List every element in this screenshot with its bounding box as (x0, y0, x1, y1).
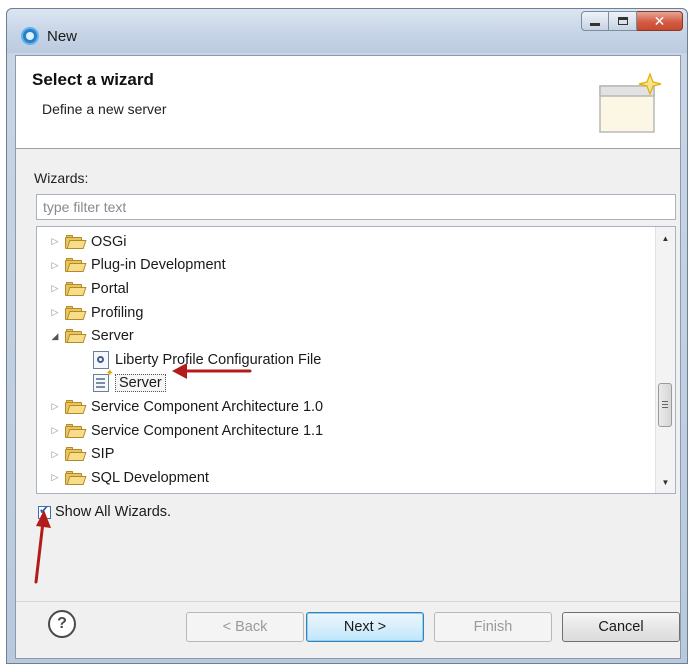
next-button[interactable]: Next > (306, 612, 424, 642)
folder-icon (65, 470, 87, 485)
collapsed-triangle-icon[interactable]: ▷ (49, 283, 61, 295)
wizard-header: Select a wizard Define a new server (16, 56, 680, 149)
wizards-label: Wizards: (34, 170, 89, 186)
tree-folder-item[interactable]: ▷ Profiling (37, 301, 655, 325)
tree-item-label: Portal (91, 280, 129, 297)
show-all-wizards-label: Show All Wizards. (55, 504, 172, 520)
tree-folder-item[interactable]: ▷ Service Component Architecture 1.0 (37, 395, 655, 419)
minimize-button[interactable] (581, 11, 609, 31)
maximize-icon (617, 17, 628, 25)
help-button[interactable]: ? (48, 610, 76, 638)
scroll-up-arrow-icon[interactable]: ▲ (656, 229, 675, 247)
folder-icon (65, 447, 87, 462)
new-wizard-window: New ✕ Select a wizard Define a new serve… (6, 8, 688, 664)
close-icon: ✕ (653, 12, 666, 29)
wizard-tree-rows: ▷ OSGi ▷ Plug-in Development ▷ Portal ▷ Profili… (37, 230, 655, 490)
collapsed-triangle-icon[interactable]: ▷ (49, 236, 61, 248)
tree-item-label: Plug-in Development (91, 257, 226, 274)
collapsed-triangle-icon[interactable]: ▷ (49, 472, 61, 484)
filter-input[interactable] (36, 194, 676, 220)
minimize-icon (590, 22, 600, 26)
title-bar[interactable]: New ✕ (7, 9, 687, 53)
tree-item-label: Service Component Architecture 1.0 (91, 398, 324, 415)
button-bar: ? < Back Next > Finish Cancel (16, 601, 680, 658)
folder-icon (65, 399, 87, 414)
tree-item-label: OSGi (91, 233, 127, 250)
tree-item-label: Service Component Architecture 1.1 (91, 422, 324, 439)
expanded-triangle-icon[interactable]: ◢ (49, 330, 61, 342)
tree-folder-item[interactable]: ▷ Service Component Architecture 1.1 (37, 419, 655, 443)
open-folder-icon (65, 329, 87, 344)
tree-folder-item[interactable]: ▷ Portal (37, 277, 655, 301)
back-button[interactable]: < Back (186, 612, 304, 642)
eclipse-app-icon (21, 27, 39, 45)
vertical-scrollbar[interactable]: ▲ ▼ (655, 227, 675, 493)
dialog-body: Select a wizard Define a new server Wiza… (15, 55, 681, 659)
tree-folder-item[interactable]: ▷ SIP (37, 442, 655, 466)
scroll-thumb[interactable] (658, 383, 672, 427)
collapsed-triangle-icon[interactable]: ▷ (49, 425, 61, 437)
tree-folder-item[interactable]: ▷ Plug-in Development (37, 254, 655, 278)
close-button[interactable]: ✕ (637, 11, 683, 31)
finish-button[interactable]: Finish (434, 612, 552, 642)
tree-item-label: Profiling (91, 304, 144, 321)
wizard-title: Select a wizard (32, 70, 154, 89)
maximize-button[interactable] (609, 11, 637, 31)
folder-icon (65, 423, 87, 438)
window-controls: ✕ (581, 11, 683, 33)
tree-folder-item[interactable]: ◢ Server (37, 324, 655, 348)
annotation-arrow-server-icon (172, 363, 252, 379)
collapsed-triangle-icon[interactable]: ▷ (49, 401, 61, 413)
show-all-wizards-checkbox[interactable]: Show All Wizards. (38, 503, 172, 520)
wizard-description: Define a new server (42, 101, 167, 117)
tree-item-label: SIP (91, 446, 115, 463)
scroll-down-arrow-icon[interactable]: ▼ (656, 473, 675, 491)
collapsed-triangle-icon[interactable]: ▷ (49, 448, 61, 460)
collapsed-triangle-icon[interactable]: ▷ (49, 259, 61, 271)
folder-icon (65, 305, 87, 320)
cancel-button[interactable]: Cancel (562, 612, 680, 642)
tree-folder-item[interactable]: ▷ SQL Development (37, 466, 655, 490)
folder-icon (65, 234, 87, 249)
tree-item-label: Server (115, 374, 166, 393)
tree-wizard-item[interactable]: Liberty Profile Configuration File (37, 348, 655, 372)
tree-item-label: SQL Development (91, 469, 209, 486)
tree-item-label: Server (91, 328, 134, 345)
new-wizard-banner-icon (599, 72, 662, 133)
collapsed-triangle-icon[interactable]: ▷ (49, 307, 61, 319)
window-title: New (47, 28, 78, 45)
config-file-icon (93, 350, 109, 369)
wizard-tree[interactable]: ▷ OSGi ▷ Plug-in Development ▷ Portal ▷ Profili… (36, 226, 676, 494)
tree-folder-item[interactable]: ▷ OSGi (37, 230, 655, 254)
folder-icon (65, 281, 87, 296)
server-wizard-icon (93, 368, 114, 393)
folder-icon (65, 258, 87, 273)
annotation-arrow-checkbox-icon (34, 510, 51, 584)
tree-wizard-item[interactable]: Server (37, 368, 655, 396)
